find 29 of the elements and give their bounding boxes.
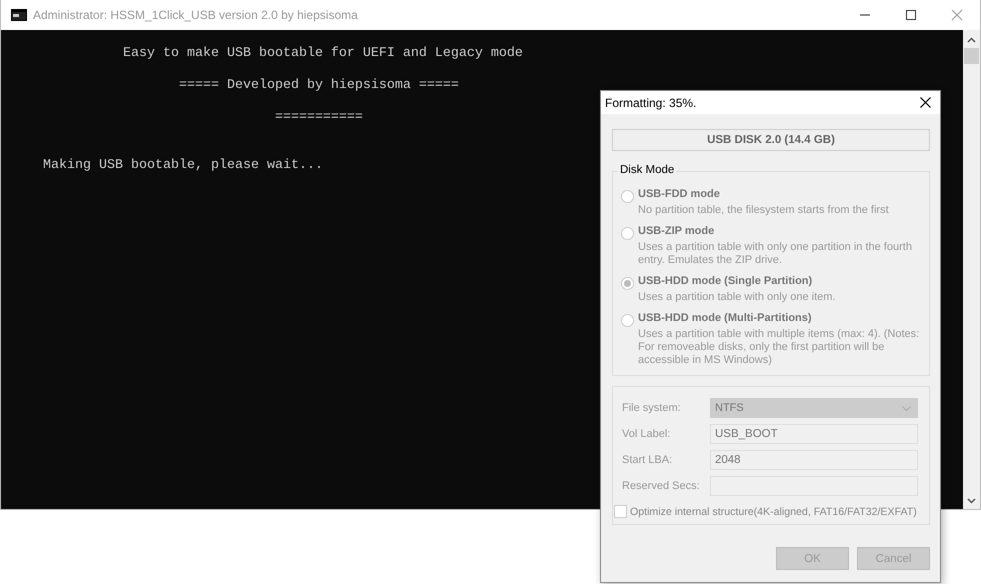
option-label: USB-FDD mode xyxy=(638,188,721,200)
field-label: Reserved Secs: xyxy=(622,480,701,492)
maximize-icon xyxy=(905,9,917,21)
option-label: USB-ZIP mode xyxy=(638,225,716,237)
option-description: No partition table, the filesystem starts from the first xyxy=(638,204,890,217)
banner-line: Easy to make USB bootable for UEFI and Legacy mode xyxy=(122,46,523,62)
option-description: Uses a partition table with only one partition in the fourth entry. Emulates the ZIP drive. xyxy=(638,241,913,267)
field-label: File system: xyxy=(622,402,682,414)
checkbox-label: Optimize internal structure(4K-aligned, FAT16/FAT32/EXFAT) xyxy=(630,506,917,518)
status-message: Making USB bootable, please wait... xyxy=(43,158,323,174)
banner-line: ===== Developed by hiepsisoma ===== xyxy=(178,78,459,94)
field-label: Vol Label: xyxy=(622,428,672,440)
banner-line: =========== xyxy=(274,110,363,126)
scroll-down-icon[interactable] xyxy=(967,498,976,504)
group-title: Disk Mode xyxy=(618,164,676,176)
option-label: USB-HDD mode (Single Partition) xyxy=(638,275,814,287)
option-label: USB-HDD mode (Multi-Partitions) xyxy=(638,312,813,324)
close-icon xyxy=(951,9,963,21)
close-icon xyxy=(920,97,930,108)
chevron-down-icon xyxy=(902,406,911,410)
console-icon xyxy=(11,9,27,21)
dialog-title: Formatting: 35%. xyxy=(605,96,698,110)
option-description: Uses a partition table with multiple items (max: 4). (Notes: For removeable disks, only the first partition will be accessible in MS Windows) xyxy=(638,328,920,367)
field-label: Start LBA: xyxy=(622,454,674,466)
option-description: Uses a partition table with only one item. xyxy=(638,291,836,304)
window-title: Administrator: HSSM_1Click_USB version 2.0 by hiepsisoma xyxy=(33,8,359,22)
scrollbar[interactable] xyxy=(963,30,980,509)
scroll-up-icon[interactable] xyxy=(967,37,976,43)
scroll-thumb[interactable] xyxy=(964,48,979,64)
